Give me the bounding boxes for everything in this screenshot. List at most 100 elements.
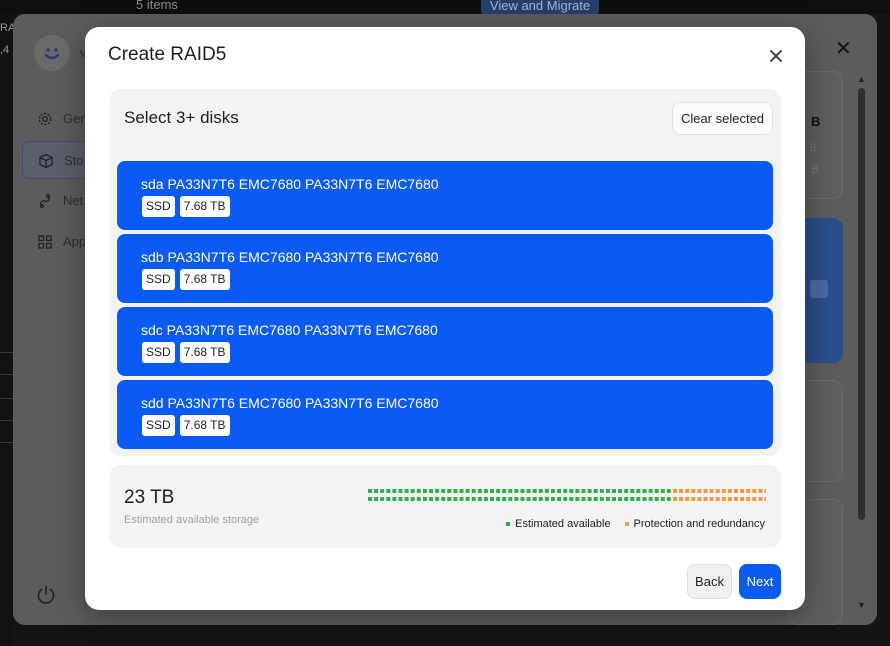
- capacity-dot-available: [465, 489, 470, 493]
- capacity-dot-available: [398, 489, 403, 493]
- scrollbar[interactable]: ▲ ▼: [856, 74, 868, 619]
- capacity-dot-available: [624, 497, 629, 501]
- storage-estimate-panel: 23 TB Estimated available storage Estima…: [109, 465, 781, 548]
- capacity-dot-available: [624, 489, 629, 493]
- capacity-bar-graphic: [368, 489, 766, 501]
- capacity-dot-available: [465, 497, 470, 501]
- capacity-dot-protection: [740, 489, 745, 493]
- capacity-dot-available: [526, 489, 531, 493]
- capacity-dot-protection: [715, 489, 720, 493]
- sidebar-item-general[interactable]: Gen: [22, 100, 94, 138]
- capacity-dot-available: [459, 497, 464, 501]
- divider: [0, 442, 13, 443]
- capacity-dot-available: [593, 489, 598, 493]
- capacity-dot-available: [471, 497, 476, 501]
- edge-text: ,4: [0, 44, 10, 56]
- legend-item-available: Estimated available: [506, 518, 611, 530]
- back-button[interactable]: Back: [687, 564, 732, 599]
- capacity-dot-available: [429, 497, 433, 501]
- legend-swatch-protection: [624, 522, 629, 526]
- scrollbar-thumb[interactable]: [858, 88, 865, 520]
- avatar[interactable]: [34, 35, 70, 71]
- capacity-dot-available: [502, 497, 507, 501]
- capacity-dot-available: [642, 497, 647, 501]
- item-count: 5 items: [136, 0, 178, 12]
- capacity-dot-available: [654, 489, 659, 493]
- capacity-dot-available: [551, 489, 555, 493]
- capacity-dot-protection: [734, 489, 738, 493]
- capacity-dot-protection: [752, 497, 757, 501]
- capacity-dot-available: [569, 489, 574, 493]
- capacity-dot-available: [447, 489, 452, 493]
- capacity-dot-available: [654, 497, 659, 501]
- disk-type-badge: SSD: [142, 196, 175, 217]
- capacity-dot-available: [648, 489, 653, 493]
- capacity-dot-available: [404, 497, 409, 501]
- capacity-dot-protection: [703, 489, 708, 493]
- capacity-dot-available: [508, 497, 513, 501]
- capacity-dot-available: [441, 497, 446, 501]
- capacity-dot-protection: [715, 497, 720, 501]
- disk-type-badge: SSD: [142, 342, 175, 363]
- capacity-dot-available: [544, 489, 549, 493]
- disk-item-sdd[interactable]: sdd PA33N7T6 EMC7680 PA33N7T6 EMC7680 SS…: [117, 380, 773, 449]
- capacity-dot-available: [453, 489, 458, 493]
- capacity-dot-available: [557, 497, 562, 501]
- sidebar-item-label: App: [63, 234, 87, 249]
- capacity-dot-available: [490, 497, 494, 501]
- capacity-dot-available: [630, 489, 635, 493]
- capacity-dot-available: [447, 497, 452, 501]
- capacity-dot-available: [636, 489, 641, 493]
- divider: [0, 352, 13, 353]
- capacity-dot-available: [453, 497, 458, 501]
- scroll-down-icon[interactable]: ▼: [857, 600, 866, 610]
- next-button[interactable]: Next: [739, 564, 781, 599]
- clear-selected-button[interactable]: Clear selected: [672, 102, 773, 135]
- sidebar-item-label: Net: [63, 193, 84, 208]
- disk-item-sda[interactable]: sda PA33N7T6 EMC7680 PA33N7T6 EMC7680 SS…: [117, 161, 773, 230]
- capacity-dot-available: [630, 497, 635, 501]
- disk-size-badge: 7.68 TB: [179, 342, 230, 363]
- capacity-dot-available: [514, 497, 519, 501]
- estimated-storage-caption: Estimated available storage: [124, 514, 260, 526]
- capacity-dot-available: [575, 489, 580, 493]
- scroll-up-icon[interactable]: ▲: [857, 74, 866, 84]
- capacity-dot-protection: [679, 497, 684, 501]
- capacity-dot-available: [563, 489, 568, 493]
- capacity-dot-available: [374, 497, 379, 501]
- capacity-dot-protection: [721, 497, 726, 501]
- capacity-dot-available: [471, 489, 476, 493]
- capacity-dot-protection: [691, 497, 696, 501]
- background-top-strip: 5 items View and Migrate: [0, 0, 890, 14]
- power-icon[interactable]: [35, 584, 57, 606]
- capacity-dot-available: [368, 489, 372, 493]
- window-close-icon[interactable]: ✕: [835, 36, 852, 61]
- close-icon[interactable]: [765, 45, 787, 67]
- capacity-dot-available: [551, 497, 555, 501]
- capacity-dot-protection: [740, 497, 745, 501]
- capacity-dot-available: [520, 497, 525, 501]
- capacity-dot-available: [605, 497, 610, 501]
- capacity-dot-available: [538, 489, 543, 493]
- sidebar-item-apps[interactable]: App: [22, 223, 94, 261]
- capacity-dot-protection: [758, 497, 763, 501]
- capacity-dot-protection: [746, 489, 751, 493]
- capacity-dot-available: [477, 497, 482, 501]
- capacity-dot-available: [404, 489, 409, 493]
- divider: [0, 420, 13, 421]
- view-and-migrate-button[interactable]: View and Migrate: [481, 0, 599, 14]
- disk-item-sdb[interactable]: sdb PA33N7T6 EMC7680 PA33N7T6 EMC7680 SS…: [117, 234, 773, 303]
- capacity-legend: Estimated available Protection and redun…: [506, 518, 765, 530]
- sidebar-item-network[interactable]: Net: [22, 182, 94, 220]
- capacity-dot-available: [520, 489, 525, 493]
- capacity-dot-available: [581, 497, 586, 501]
- gear-icon: [38, 112, 52, 126]
- capacity-dot-available: [416, 497, 421, 501]
- capacity-dot-available: [575, 497, 580, 501]
- disk-item-sdc[interactable]: sdc PA33N7T6 EMC7680 PA33N7T6 EMC7680 SS…: [117, 307, 773, 376]
- legend-label: Estimated available: [515, 518, 611, 530]
- capacity-dot-available: [514, 489, 519, 493]
- capacity-bar: [368, 489, 766, 501]
- sidebar-item-storage[interactable]: Sto: [22, 141, 94, 179]
- capacity-dot-available: [642, 489, 647, 493]
